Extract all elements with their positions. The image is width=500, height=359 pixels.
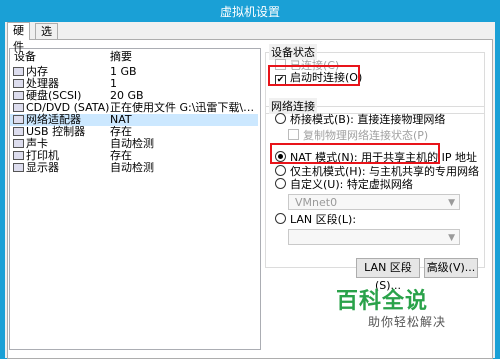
title-bar: 虚拟机设置 <box>0 0 500 22</box>
device-summary: 正在使用文件 G:\迅雷下载\rhel-serv... <box>110 102 255 114</box>
host-only-radio[interactable]: 仅主机模式(H): 与主机共享的专用网络 <box>275 165 479 178</box>
tab-hardware[interactable]: 硬件 <box>7 22 30 53</box>
device-summary: 存在 <box>110 126 132 138</box>
memory-icon <box>13 67 24 76</box>
cd-dvd-icon <box>13 103 24 112</box>
tab-options[interactable]: 选项 <box>35 23 58 54</box>
device-list[interactable]: 设备 摘要 内存 1 GB 处理器 1 硬盘(SCSI) 20 GB CD/DV… <box>9 48 261 350</box>
network-adapter-icon <box>13 115 24 124</box>
vmnet-select[interactable]: VMnet0 ▼ <box>288 194 460 210</box>
checkbox-icon <box>288 129 299 140</box>
bridged-label: 桥接模式(B): 直接连接物理网络 <box>290 113 446 126</box>
device-summary: 自动检测 <box>110 138 154 150</box>
chevron-down-icon: ▼ <box>448 233 455 243</box>
custom-label: 自定义(U): 特定虚拟网络 <box>290 178 413 191</box>
processor-icon <box>13 79 24 88</box>
device-summary: 20 GB <box>110 90 144 102</box>
device-summary: 自动检测 <box>110 162 154 174</box>
printer-icon <box>13 151 24 160</box>
advanced-button[interactable]: 高级(V)... <box>424 258 478 278</box>
chevron-down-icon: ▼ <box>448 198 455 208</box>
replicate-state-checkbox[interactable]: 复制物理网络连接状态(P) <box>288 129 428 142</box>
window-title: 虚拟机设置 <box>219 5 280 19</box>
watermark-subtitle: 助你轻松解决 <box>368 315 447 329</box>
replicate-state-label: 复制物理网络连接状态(P) <box>303 129 429 142</box>
display-icon <box>13 163 24 172</box>
device-summary: NAT <box>110 114 132 126</box>
highlight-connect-on-power <box>268 65 360 86</box>
lan-segment-radio[interactable]: LAN 区段(L): <box>275 213 356 226</box>
highlight-nat-mode <box>270 143 440 164</box>
device-summary: 存在 <box>110 150 132 162</box>
custom-radio[interactable]: 自定义(U): 特定虚拟网络 <box>275 178 413 191</box>
hard-disk-icon <box>13 91 24 100</box>
lan-segment-label: LAN 区段(L): <box>290 213 357 226</box>
device-name: 显示器 <box>26 161 59 174</box>
network-connection-title: 网络连接 <box>269 98 317 114</box>
radio-icon <box>275 178 286 189</box>
lan-segment-select[interactable]: ▼ <box>288 229 460 245</box>
vmnet-value: VMnet0 <box>295 196 338 209</box>
radio-icon <box>275 165 286 176</box>
radio-icon <box>275 213 286 224</box>
device-summary: 1 <box>110 78 117 90</box>
watermark-title: 百科全说 <box>336 289 429 314</box>
bridged-radio[interactable]: 桥接模式(B): 直接连接物理网络 <box>275 113 445 126</box>
sound-card-icon <box>13 139 24 148</box>
radio-icon <box>275 113 286 124</box>
lan-segments-button[interactable]: LAN 区段(S)... <box>356 258 420 292</box>
column-header-summary[interactable]: 摘要 <box>110 49 132 65</box>
device-summary: 1 GB <box>110 66 137 78</box>
usb-icon <box>13 127 24 136</box>
host-only-label: 仅主机模式(H): 与主机共享的专用网络 <box>290 165 480 178</box>
device-status-title: 设备状态 <box>269 44 317 60</box>
device-row-display[interactable]: 显示器 自动检测 <box>10 162 258 174</box>
